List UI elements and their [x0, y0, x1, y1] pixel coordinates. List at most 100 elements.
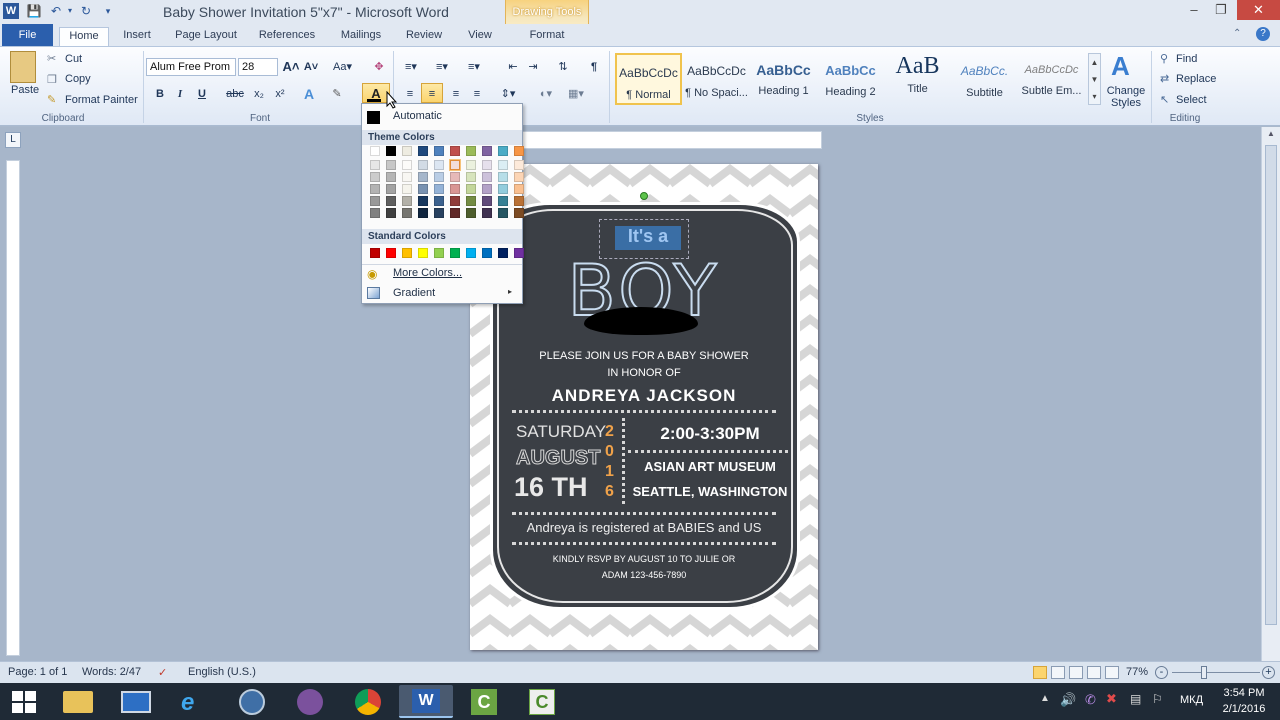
style-title[interactable]: AaB Title — [884, 53, 951, 105]
bullets-icon[interactable]: ≡▾ — [402, 57, 420, 77]
theme-color-swatch[interactable] — [402, 184, 412, 194]
style-normal[interactable]: AaBbCcDc ¶ Normal — [615, 53, 682, 105]
standard-color-swatch[interactable] — [466, 248, 476, 258]
theme-color-swatch[interactable] — [514, 146, 524, 156]
theme-color-swatch[interactable] — [402, 160, 412, 170]
show-formatting-icon[interactable]: ¶ — [585, 57, 603, 77]
shrink-font-icon[interactable]: A˅ — [302, 57, 320, 77]
clear-formatting-icon[interactable]: ✥ — [370, 57, 388, 77]
change-case-icon[interactable]: Aa▾ — [333, 57, 352, 77]
styles-scroll-icon[interactable]: ▲ ▼ ▾ — [1088, 53, 1101, 105]
scroll-thumb[interactable] — [1265, 145, 1277, 625]
automatic-swatch[interactable] — [367, 111, 380, 124]
shading-icon[interactable]: ◐▾ — [537, 84, 555, 104]
align-left-icon[interactable]: ≡ — [401, 84, 419, 104]
change-styles-icon[interactable]: A — [1111, 51, 1130, 82]
theme-color-swatch[interactable] — [386, 172, 396, 182]
replace-icon[interactable]: ⇄ — [1160, 72, 1169, 85]
paste-icon[interactable] — [10, 51, 36, 83]
action-center-icon[interactable]: ⚐ — [1152, 692, 1163, 706]
grow-font-icon[interactable]: A˄ — [282, 57, 300, 77]
format-painter-icon[interactable]: ✎ — [47, 93, 56, 106]
style-heading-2[interactable]: AaBbCc Heading 2 — [817, 53, 884, 105]
underline-icon[interactable]: U — [193, 84, 211, 104]
theme-color-swatch[interactable] — [498, 172, 508, 182]
style-subtitle[interactable]: AaBbCc. Subtitle — [951, 53, 1018, 105]
cut-button[interactable]: Cut — [65, 53, 82, 65]
theme-color-swatch[interactable] — [466, 184, 476, 194]
theme-color-swatch[interactable] — [370, 184, 380, 194]
format-painter-button[interactable]: Format Painter — [65, 94, 138, 106]
bold-icon[interactable]: B — [151, 84, 169, 104]
theme-color-swatch[interactable] — [514, 208, 524, 218]
theme-color-swatch[interactable] — [434, 160, 444, 170]
zoom-out-icon[interactable]: - — [1155, 666, 1168, 679]
proofing-icon[interactable]: ✓ — [158, 666, 167, 679]
tab-view[interactable]: View — [462, 27, 498, 46]
select-icon[interactable]: ↖ — [1160, 93, 1169, 106]
align-center-icon[interactable]: ≡ — [421, 83, 443, 103]
theme-color-swatch[interactable] — [434, 184, 444, 194]
theme-color-swatch[interactable] — [482, 184, 492, 194]
word-taskbar-icon[interactable]: W — [399, 685, 453, 718]
numbering-icon[interactable]: ≡▾ — [433, 57, 451, 77]
camtasia-recorder-icon[interactable]: C — [515, 685, 569, 718]
font-size-combo[interactable]: 28 — [238, 58, 278, 76]
standard-color-swatch[interactable] — [482, 248, 492, 258]
superscript-icon[interactable]: x² — [271, 84, 289, 104]
select-button[interactable]: Select — [1176, 94, 1207, 106]
keyboard-language[interactable]: МКД — [1180, 694, 1203, 706]
zoom-level[interactable]: 77% — [1126, 666, 1148, 678]
tab-file[interactable]: File — [2, 24, 53, 46]
start-windows-icon[interactable] — [12, 691, 36, 713]
italic-icon[interactable]: I — [171, 84, 189, 104]
restore-button[interactable]: ❐ — [1207, 0, 1235, 20]
web-layout-view-icon[interactable] — [1069, 666, 1083, 679]
paste-button[interactable]: Paste — [11, 84, 39, 96]
tab-format[interactable]: Format — [520, 27, 574, 46]
standard-color-swatch[interactable] — [386, 248, 396, 258]
find-button[interactable]: Find — [1176, 53, 1197, 65]
theme-color-swatch[interactable] — [386, 146, 396, 156]
theme-color-swatch[interactable] — [514, 160, 524, 170]
tray-expand-icon[interactable]: ▲ — [1040, 693, 1050, 704]
standard-color-swatch[interactable] — [370, 248, 380, 258]
theme-color-swatch[interactable] — [450, 146, 460, 156]
theme-color-swatch[interactable] — [386, 196, 396, 206]
increase-indent-icon[interactable]: ⇥ — [524, 57, 542, 77]
tab-selector-icon[interactable]: L — [5, 132, 21, 148]
minimize-button[interactable]: – — [1180, 0, 1208, 20]
theme-color-swatch[interactable] — [482, 196, 492, 206]
clock-date[interactable]: 2/1/2016 — [1216, 703, 1272, 715]
gradient-option[interactable]: Gradient — [393, 287, 435, 299]
undo-dropdown-icon[interactable]: ▾ — [62, 3, 78, 19]
theme-color-swatch[interactable] — [434, 172, 444, 182]
theme-color-swatch[interactable] — [418, 160, 428, 170]
viber-tray-icon[interactable]: ✆ — [1085, 692, 1096, 708]
font-family-combo[interactable]: Alum Free Prom — [146, 58, 236, 76]
theme-color-swatch[interactable] — [514, 172, 524, 182]
highlight-icon[interactable]: ✎ — [328, 84, 346, 104]
help-icon[interactable]: ? — [1256, 27, 1270, 41]
its-a-text[interactable]: It's a — [615, 226, 681, 247]
redo-icon[interactable]: ↻ — [78, 3, 94, 19]
minimize-ribbon-icon[interactable]: ⌃ — [1233, 28, 1241, 39]
theme-color-swatch[interactable] — [450, 172, 460, 182]
standard-color-swatch[interactable] — [434, 248, 444, 258]
theme-color-swatch[interactable] — [418, 208, 428, 218]
theme-color-swatch[interactable] — [449, 159, 461, 171]
change-styles-button[interactable]: Change Styles — [1106, 85, 1146, 109]
theme-color-swatch[interactable] — [450, 196, 460, 206]
theme-color-swatch[interactable] — [498, 184, 508, 194]
theme-color-swatch[interactable] — [450, 184, 460, 194]
chrome-icon[interactable] — [341, 685, 395, 718]
theme-color-swatch[interactable] — [418, 172, 428, 182]
theme-color-swatch[interactable] — [386, 184, 396, 194]
theme-color-swatch[interactable] — [402, 146, 412, 156]
sort-icon[interactable]: ⇅ — [554, 57, 572, 77]
full-screen-view-icon[interactable] — [1051, 666, 1065, 679]
justify-icon[interactable]: ≡ — [468, 84, 486, 104]
subscript-icon[interactable]: x₂ — [250, 84, 268, 104]
theme-color-swatch[interactable] — [466, 172, 476, 182]
style-no-spacing[interactable]: AaBbCcDc ¶ No Spaci... — [683, 53, 750, 105]
